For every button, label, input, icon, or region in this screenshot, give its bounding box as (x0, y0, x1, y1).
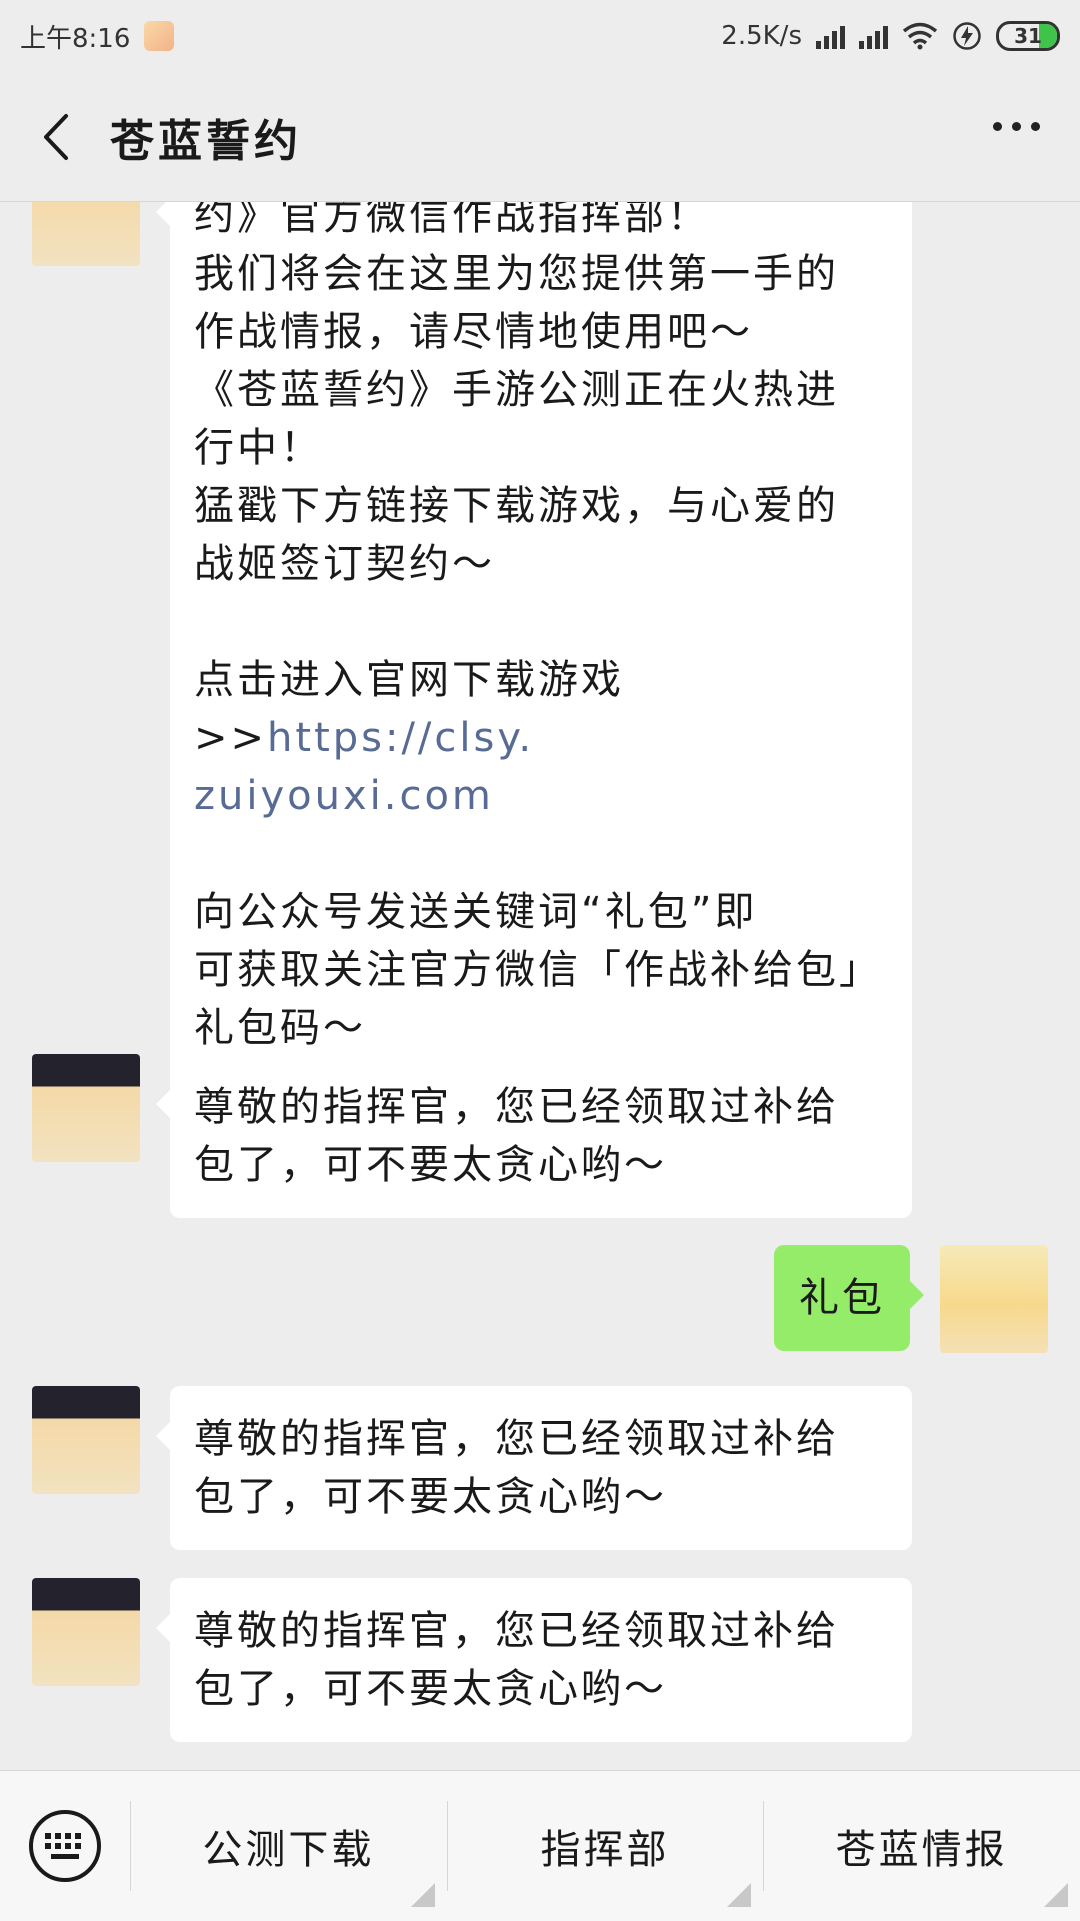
message-text: 尊敬的指挥官，您已经领取过补给 (194, 1608, 839, 1654)
status-bar: 上午8:16 2.5K/s 31 (0, 0, 1080, 72)
nav-bar: 苍蓝誓约 (0, 72, 1080, 202)
menu-item-label: 公测下载 (202, 1827, 375, 1873)
keyboard-icon (29, 1810, 101, 1882)
submenu-corner-icon (410, 1883, 435, 1907)
official-account-avatar[interactable] (32, 1054, 140, 1162)
charging-icon (953, 22, 981, 50)
message-text: 《苍蓝誓约》手游公测正在火热进 (194, 367, 839, 413)
message-bubble-reply[interactable]: 尊敬的指挥官，您已经领取过补给 包了，可不要太贪心哟～ (156, 1578, 912, 1742)
menu-item-command[interactable]: 指挥部 (446, 1771, 764, 1921)
message-text: 尊敬的指挥官，您已经领取过补给 (194, 1416, 839, 1462)
website-link-cont[interactable]: zuiyouxi.com (194, 773, 494, 819)
chat-area[interactable]: 约》官方微信作战指挥部！ 我们将会在这里为您提供第一手的 作战情报，请尽情地使用… (0, 202, 1080, 1770)
battery-level: 31 (1014, 24, 1042, 48)
message-bubble-reply[interactable]: 尊敬的指挥官，您已经领取过补给 包了，可不要太贪心哟～ (156, 1386, 912, 1550)
official-account-avatar[interactable] (32, 1386, 140, 1494)
user-avatar[interactable] (940, 1245, 1048, 1353)
notification-avatar-icon (144, 21, 175, 51)
message-text: 向公众号发送关键词“礼包”即 (194, 889, 758, 935)
message-text: 礼包码～ (194, 1005, 366, 1051)
message-text: 行中！ (194, 425, 323, 471)
message-text: 我们将会在这里为您提供第一手的 (194, 251, 839, 297)
message-text: 礼包 (799, 1275, 885, 1321)
signal-icon (816, 23, 845, 49)
message-text: 猛戳下方链接下载游戏，与心爱的 (194, 483, 839, 529)
message-text: 尊敬的指挥官，您已经领取过补给 (194, 1084, 839, 1130)
official-account-avatar[interactable] (32, 1578, 140, 1686)
more-icon[interactable] (993, 122, 1040, 131)
website-link[interactable]: https://clsy. (267, 715, 534, 761)
message-text: 包了，可不要太贪心哟～ (194, 1142, 667, 1188)
submenu-corner-icon (1044, 1883, 1069, 1907)
message-text: 约》官方微信作战指挥部！ (194, 202, 710, 239)
official-account-avatar[interactable] (32, 202, 140, 266)
message-text: 战姬签订契约～ (194, 541, 495, 587)
keyboard-toggle-button[interactable] (0, 1771, 130, 1921)
back-icon[interactable] (0, 72, 110, 202)
menu-item-label: 指挥部 (540, 1827, 670, 1873)
menu-item-label: 苍蓝情报 (835, 1827, 1008, 1873)
message-text: 可获取关注官方微信「作战补给包」 (194, 947, 882, 993)
submenu-corner-icon (727, 1883, 752, 1907)
menu-item-download[interactable]: 公测下载 (130, 1771, 447, 1921)
signal-icon-2 (859, 23, 888, 49)
message-text: 包了，可不要太贪心哟～ (194, 1666, 667, 1712)
custom-menu-bar: 公测下载 指挥部 苍蓝情报 (0, 1770, 1080, 1921)
status-time: 上午8:16 (20, 23, 131, 54)
menu-item-intel[interactable]: 苍蓝情报 (763, 1771, 1080, 1921)
message-bubble-reply[interactable]: 尊敬的指挥官，您已经领取过补给 包了，可不要太贪心哟～ (156, 1054, 912, 1218)
network-speed: 2.5K/s (721, 21, 802, 51)
user-message-bubble[interactable]: 礼包 (774, 1245, 924, 1351)
page-title: 苍蓝誓约 (110, 115, 302, 167)
wifi-icon (902, 22, 938, 50)
message-text: 作战情报，请尽情地使用吧～ (194, 309, 753, 355)
message-text: 包了，可不要太贪心哟～ (194, 1474, 667, 1520)
download-line: 点击进入官网下载游戏>>https://clsy. (194, 651, 888, 767)
battery-icon: 31 (996, 21, 1060, 51)
message-bubble-welcome[interactable]: 约》官方微信作战指挥部！ 我们将会在这里为您提供第一手的 作战情报，请尽情地使用… (156, 202, 912, 1079)
